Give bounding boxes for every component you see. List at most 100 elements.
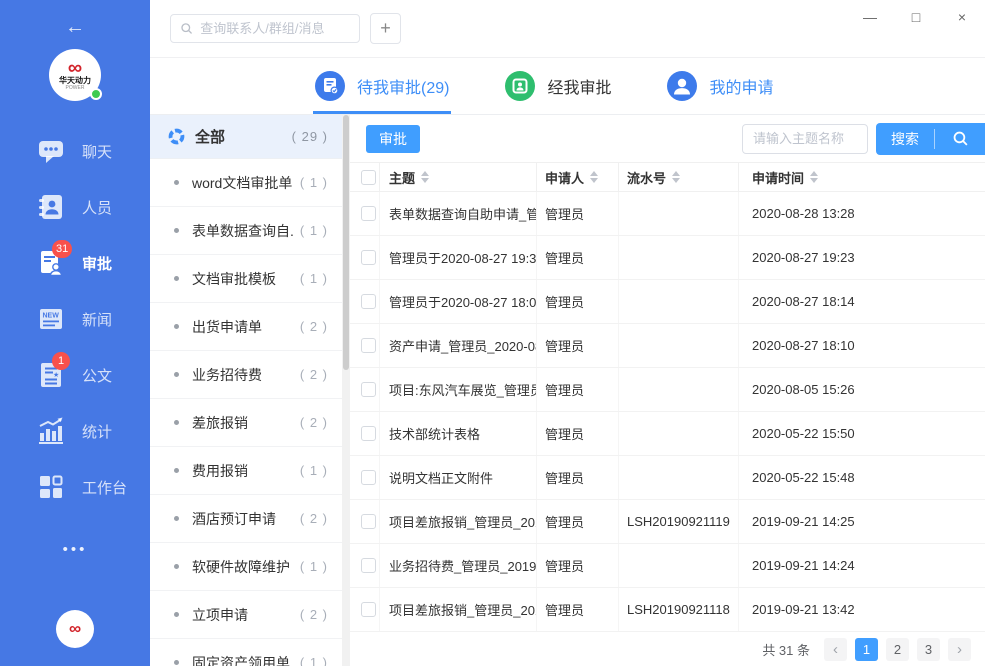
category-item[interactable]: word文档审批单 ( 1 ) — [150, 159, 342, 207]
sidebar-item-people[interactable]: 人员 — [0, 179, 150, 235]
table-row[interactable]: 管理员于2020-08-27 19:3... 管理员 2020-08-27 19… — [350, 236, 985, 280]
header-apply-time[interactable]: 申请时间 — [739, 163, 985, 191]
table-row[interactable]: 表单数据查询自助申请_管... 管理员 2020-08-28 13:28 — [350, 192, 985, 236]
sidebar-item-documents[interactable]: ★ 1 公文 — [0, 347, 150, 403]
tab-approved-by-me[interactable]: 经我审批 — [505, 58, 611, 114]
time-cell: 2020-08-27 19:23 — [739, 236, 985, 279]
header-subject[interactable]: 主题 — [380, 163, 537, 191]
topic-search-input[interactable] — [742, 124, 868, 154]
approval-table-area: 审批 搜索 主题 申请人 — [350, 115, 985, 666]
row-checkbox[interactable] — [361, 470, 376, 485]
scrollbar-thumb[interactable] — [343, 115, 349, 370]
bullet-icon — [174, 420, 179, 425]
row-checkbox[interactable] — [361, 426, 376, 441]
tab-my-applications[interactable]: 我的申请 — [667, 58, 773, 114]
subject-cell: 业务招待费_管理员_2019-... — [380, 544, 537, 587]
subject-cell: 技术部统计表格 — [380, 412, 537, 455]
category-count: ( 2 ) — [294, 367, 328, 382]
serial-cell — [619, 236, 739, 279]
table-row[interactable]: 业务招待费_管理员_2019-... 管理员 2019-09-21 14:24 — [350, 544, 985, 588]
avatar[interactable]: ∞ 华天动力 POWER — [49, 49, 101, 101]
category-count: ( 1 ) — [294, 223, 328, 238]
sidebar-item-chat[interactable]: 聊天 — [0, 123, 150, 179]
category-label: 软硬件故障维护 — [192, 557, 290, 577]
row-checkbox[interactable] — [361, 206, 376, 221]
close-button[interactable]: × — [939, 0, 985, 34]
row-checkbox[interactable] — [361, 382, 376, 397]
category-label: 费用报销 — [192, 461, 248, 481]
logo-infinity-icon: ∞ — [69, 619, 81, 639]
category-item[interactable]: 表单数据查询自... ( 1 ) — [150, 207, 342, 255]
table-row[interactable]: 项目差旅报销_管理员_201... 管理员 LSH20190921119 201… — [350, 500, 985, 544]
header-serial[interactable]: 流水号 — [619, 163, 739, 191]
sidebar-item-statistics[interactable]: 统计 — [0, 403, 150, 459]
sidebar: ← ∞ 华天动力 POWER 聊天 人员 — [0, 0, 150, 666]
row-checkbox[interactable] — [361, 294, 376, 309]
maximize-button[interactable]: □ — [893, 0, 939, 34]
category-item[interactable]: 立项申请 ( 2 ) — [150, 591, 342, 639]
contact-search-box[interactable] — [170, 14, 360, 43]
table-row[interactable]: 项目差旅报销_管理员_201... 管理员 LSH20190921118 201… — [350, 588, 985, 632]
category-all[interactable]: 全部 ( 29 ) — [150, 115, 342, 159]
select-all-checkbox[interactable] — [361, 170, 376, 185]
row-checkbox[interactable] — [361, 250, 376, 265]
table-toolbar: 审批 搜索 — [350, 115, 985, 162]
magnifier-button[interactable] — [935, 123, 985, 155]
prev-page-button[interactable]: ‹ — [824, 638, 847, 661]
time-cell: 2019-09-21 14:25 — [739, 500, 985, 543]
minimize-button[interactable]: — — [847, 0, 893, 34]
category-item[interactable]: 业务招待费 ( 2 ) — [150, 351, 342, 399]
header-applicant[interactable]: 申请人 — [537, 163, 619, 191]
row-checkbox[interactable] — [361, 558, 376, 573]
page-button-2[interactable]: 2 — [886, 638, 909, 661]
category-item[interactable]: 酒店预订申请 ( 2 ) — [150, 495, 342, 543]
approved-by-me-icon — [505, 71, 535, 101]
applicant-cell: 管理员 — [537, 192, 619, 235]
category-item[interactable]: 固定资产领用单 ( 1 ) — [150, 639, 342, 666]
sidebar-item-news[interactable]: NEW 新闻 — [0, 291, 150, 347]
page-button-1[interactable]: 1 — [855, 638, 878, 661]
table-row[interactable]: 技术部统计表格 管理员 2020-05-22 15:50 — [350, 412, 985, 456]
row-checkbox[interactable] — [361, 514, 376, 529]
category-item[interactable]: 出货申请单 ( 2 ) — [150, 303, 342, 351]
subject-cell: 项目:东风汽车展览_管理员... — [380, 368, 537, 411]
row-checkbox[interactable] — [361, 602, 376, 617]
category-count: ( 29 ) — [286, 129, 328, 144]
category-item[interactable]: 费用报销 ( 1 ) — [150, 447, 342, 495]
row-checkbox[interactable] — [361, 338, 376, 353]
bullet-icon — [174, 276, 179, 281]
add-button[interactable]: + — [370, 13, 401, 44]
next-page-button[interactable]: › — [948, 638, 971, 661]
bullet-icon — [174, 564, 179, 569]
sort-icon[interactable] — [421, 171, 429, 183]
serial-cell — [619, 456, 739, 499]
category-item[interactable]: 软硬件故障维护 ( 1 ) — [150, 543, 342, 591]
category-scrollbar[interactable] — [342, 115, 350, 666]
sidebar-item-workbench[interactable]: 工作台 — [0, 459, 150, 515]
category-label: 表单数据查询自... — [192, 221, 294, 241]
sort-icon[interactable] — [810, 171, 818, 183]
bottom-logo[interactable]: ∞ — [56, 610, 94, 648]
table-row[interactable]: 说明文档正文附件 管理员 2020-05-22 15:48 — [350, 456, 985, 500]
bullet-icon — [174, 612, 179, 617]
sort-icon[interactable] — [590, 171, 598, 183]
category-item[interactable]: 差旅报销 ( 2 ) — [150, 399, 342, 447]
table-row[interactable]: 项目:东风汽车展览_管理员... 管理员 2020-08-05 15:26 — [350, 368, 985, 412]
row-check-cell — [350, 324, 380, 367]
sort-icon[interactable] — [672, 171, 680, 183]
category-item[interactable]: 文档审批模板 ( 1 ) — [150, 255, 342, 303]
bullet-icon — [174, 660, 179, 665]
table-row[interactable]: 资产申请_管理员_2020-08... 管理员 2020-08-27 18:10 — [350, 324, 985, 368]
sidebar-item-approval[interactable]: 31 审批 — [0, 235, 150, 291]
content: 全部 ( 29 ) word文档审批单 ( 1 ) 表单数据查询自... ( 1… — [150, 115, 985, 666]
tab-pending-approval[interactable]: 待我审批(29) — [315, 58, 449, 114]
contact-search-input[interactable] — [200, 21, 350, 36]
stats-icon — [36, 416, 66, 446]
more-menu-icon[interactable]: ••• — [63, 541, 88, 558]
table-header: 主题 申请人 流水号 申请时间 — [350, 162, 985, 192]
search-button[interactable]: 搜索 — [876, 129, 934, 149]
page-button-3[interactable]: 3 — [917, 638, 940, 661]
approve-button[interactable]: 审批 — [366, 125, 420, 153]
back-arrow-icon[interactable]: ← — [65, 16, 85, 39]
table-row[interactable]: 管理员于2020-08-27 18:0... 管理员 2020-08-27 18… — [350, 280, 985, 324]
